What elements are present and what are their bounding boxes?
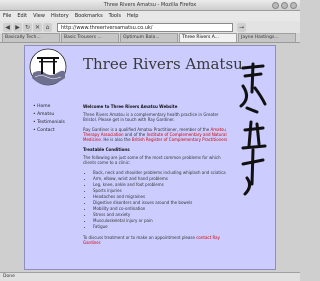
nav-testimonials-label: Testimonials [37, 120, 65, 125]
nav-home-label: Home [37, 104, 51, 109]
window-titlebar: Three Rivers Amatsu - Mozilla Firefox [0, 0, 300, 11]
tab-jayne-hastings[interactable]: Jayne Hastings... [238, 33, 296, 42]
list-item: Sports injuries [93, 188, 233, 193]
closing-paragraph: To discuss treatment or to make an appoi… [83, 235, 233, 245]
menu-bookmarks[interactable]: Bookmarks [75, 13, 103, 19]
main-content: Welcome to Three Rivers Amatsu Website T… [83, 104, 233, 250]
welcome-heading: Welcome to Three Rivers Amatsu Website [83, 104, 178, 109]
list-item: Digestive disorders and issues around th… [93, 200, 233, 205]
conditions-list: Back, neck and shoulder problems includi… [93, 170, 233, 229]
site-title: Three Rivers Amatsu [83, 55, 243, 73]
tab-basic-trousers[interactable]: Basic Trousers ... [61, 33, 119, 42]
maximize-button[interactable] [281, 2, 288, 9]
menu-tools[interactable]: Tools [109, 13, 121, 19]
nav-amatsu-label: Amatsu [37, 112, 55, 117]
stop-button[interactable]: ✕ [33, 22, 42, 32]
minimize-button[interactable] [272, 2, 279, 9]
menu-file[interactable]: File [3, 13, 11, 19]
close-button[interactable] [290, 2, 297, 9]
status-bar: Done [0, 272, 300, 281]
tab-optimum-bala[interactable]: Optimum Bala... [120, 33, 178, 42]
practitioner-text-3: . He is also the [100, 137, 131, 142]
menu-history[interactable]: History [51, 13, 69, 19]
nav-contact[interactable]: • Contact [33, 128, 73, 133]
menu-help[interactable]: Help [127, 13, 138, 19]
calligraphy-logo [237, 60, 269, 210]
web-page: Three Rivers Amatsu • Home • Amatsu • Te… [24, 45, 276, 270]
tab-three-rivers[interactable]: Three Rivers A... [179, 33, 237, 42]
forward-button[interactable]: ▶ [13, 22, 22, 32]
list-item: Arm, elbow, wrist and hand problems [93, 176, 233, 181]
list-item: Headaches and migraines [93, 194, 233, 199]
site-navigation: • Home • Amatsu • Testimonials • Contact [33, 104, 73, 136]
nav-amatsu[interactable]: • Amatsu [33, 112, 73, 117]
tab-basically-tech[interactable]: Basically Tech... [2, 33, 60, 42]
nav-home[interactable]: • Home [33, 104, 73, 109]
list-item: Fatigue [93, 224, 233, 229]
menu-view[interactable]: View [33, 13, 45, 19]
navigation-toolbar: ◀ ▶ ↻ ✕ ⌂ http://www.threeriversamatsu.c… [0, 21, 300, 33]
closing-end: . [100, 240, 102, 245]
menu-bar: File Edit View History Bookmarks Tools H… [0, 11, 300, 21]
treatable-intro: The following are just some of the most … [83, 155, 221, 165]
torii-logo [29, 48, 67, 86]
register-link[interactable]: British Register of Complementary Practi… [132, 137, 228, 142]
nav-contact-label: Contact [37, 128, 55, 133]
go-button[interactable]: → [237, 22, 246, 32]
page-viewport: Three Rivers Amatsu • Home • Amatsu • Te… [0, 43, 300, 272]
home-button[interactable]: ⌂ [43, 22, 52, 32]
list-item: Stress and anxiety [93, 212, 233, 217]
menu-edit[interactable]: Edit [17, 13, 27, 19]
tab-strip: Basically Tech... Basic Trousers ... Opt… [0, 33, 300, 43]
list-item: Back, neck and shoulder problems includi… [93, 170, 233, 175]
list-item: Leg, knee, ankle and foot problems [93, 182, 233, 187]
nav-testimonials[interactable]: • Testimonials [33, 120, 73, 125]
practitioner-paragraph: Ray Gardiner is a qualified Amatsu Pract… [83, 127, 233, 142]
list-item: Musculoskeletal injury or pain [93, 218, 233, 223]
window-title: Three Rivers Amatsu - Mozilla Firefox [103, 2, 197, 8]
intro-paragraph: Three Rivers Amatsu is a complementary h… [83, 112, 219, 122]
treatable-heading: Treatable Conditions [83, 147, 130, 152]
reload-button[interactable]: ↻ [23, 22, 32, 32]
window-controls [272, 2, 297, 9]
back-button[interactable]: ◀ [3, 22, 12, 32]
address-bar[interactable]: http://www.threeriversamatsu.co.uk/ [57, 22, 233, 32]
list-item: Mobility and co-ordination [93, 206, 233, 211]
